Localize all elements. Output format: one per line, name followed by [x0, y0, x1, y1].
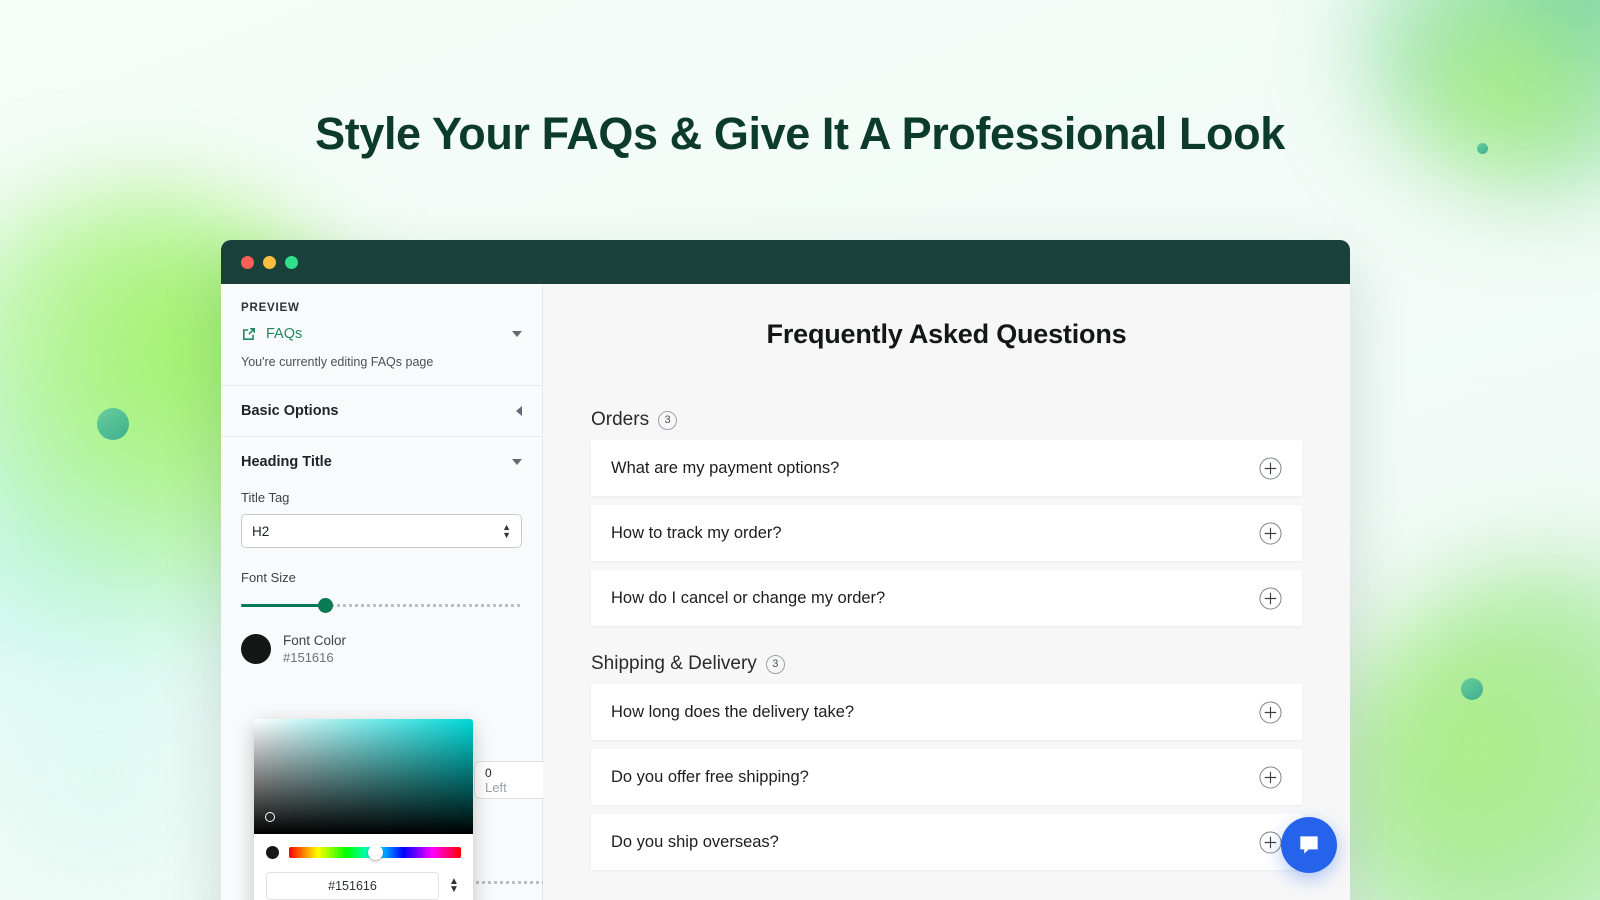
faq-preview-pane: Frequently Asked Questions Orders 3 What… — [543, 284, 1350, 900]
hue-slider-handle[interactable] — [368, 845, 383, 860]
hex-stepper-icon[interactable]: ▲ ▼ — [447, 877, 461, 895]
hue-row — [254, 834, 473, 860]
faq-question: What are my payment options? — [611, 458, 840, 477]
current-color-preview — [266, 846, 279, 859]
faq-category-count: 3 — [765, 654, 785, 674]
faq-category-name: Orders — [591, 409, 650, 430]
preview-section-label: PREVIEW — [241, 302, 300, 314]
faq-item[interactable]: Do you ship overseas? — [591, 814, 1302, 870]
faq-item[interactable]: How do I cancel or change my order? — [591, 570, 1302, 626]
faq-category-header: Shipping & Delivery 3 — [591, 653, 1302, 675]
page-headline: Style Your FAQs & Give It A Professional… — [315, 108, 1285, 159]
faq-question: How long does the delivery take? — [611, 702, 855, 721]
window-minimize-button[interactable] — [263, 255, 276, 269]
faq-question: How do I cancel or change my order? — [611, 588, 886, 607]
preview-page-link[interactable]: FAQs — [266, 326, 302, 342]
heading-title-label: Heading Title — [241, 454, 332, 470]
stepper-arrows-icon[interactable]: ▲ ▼ — [502, 523, 511, 540]
basic-options-header[interactable]: Basic Options — [221, 386, 542, 437]
font-color-field[interactable]: Font Color #151616 — [221, 611, 542, 665]
plus-icon[interactable] — [1259, 830, 1282, 854]
faq-item[interactable]: How to track my order? — [591, 505, 1302, 561]
decorative-dot-left — [97, 408, 129, 440]
font-color-value: #151616 — [283, 650, 334, 665]
plus-icon[interactable] — [1259, 521, 1282, 545]
font-color-label: Font Color — [283, 633, 347, 648]
plus-icon[interactable] — [1259, 456, 1282, 480]
title-tag-label: Title Tag — [241, 490, 290, 505]
plus-icon[interactable] — [1259, 765, 1282, 789]
chevron-down-icon-heading[interactable] — [512, 459, 522, 465]
faq-item[interactable]: Do you offer free shipping? — [591, 749, 1302, 805]
window-titlebar — [221, 240, 1350, 284]
faq-category-count: 3 — [658, 410, 678, 430]
basic-options-label: Basic Options — [241, 403, 339, 419]
external-link-icon — [241, 326, 257, 342]
chevron-down-icon[interactable] — [512, 331, 522, 337]
preview-section: PREVIEW FAQs You're currently editing FA… — [221, 284, 542, 386]
hex-row: #151616 ▲ ▼ — [254, 859, 473, 900]
faq-question: Do you ship overseas? — [611, 832, 779, 851]
color-picker-popover[interactable]: #151616 ▲▼ HEX — [254, 719, 473, 900]
slider-handle[interactable] — [318, 598, 334, 613]
saturation-area[interactable] — [254, 719, 473, 834]
heading-title-header[interactable]: Heading Title — [221, 437, 542, 474]
faq-category-header: Orders 3 — [591, 409, 1302, 431]
font-size-field: Font Size — [221, 570, 542, 613]
hue-slider[interactable] — [289, 845, 461, 860]
faq-page-title: Frequently Asked Questions — [766, 319, 1127, 349]
font-color-texts: Font Color #151616 — [283, 633, 346, 665]
chat-bubble-icon — [1300, 836, 1318, 854]
faq-category-name: Shipping & Delivery — [591, 653, 757, 674]
page-root: Style Your FAQs & Give It A Professional… — [0, 0, 1600, 900]
chat-widget-button[interactable] — [1281, 817, 1337, 873]
settings-panel: PREVIEW FAQs You're currently editing FA… — [221, 284, 654, 900]
preview-page-row[interactable]: FAQs — [241, 326, 522, 342]
plus-icon[interactable] — [1259, 586, 1282, 610]
window-maximize-button[interactable] — [285, 255, 298, 269]
saturation-pointer[interactable] — [265, 812, 275, 822]
title-tag-select[interactable]: H2 ▲ ▼ — [241, 514, 522, 548]
font-size-slider[interactable] — [241, 598, 522, 613]
faq-question: Do you offer free shipping? — [611, 767, 809, 786]
plus-icon[interactable] — [1259, 700, 1282, 724]
chevron-left-icon[interactable] — [516, 406, 522, 416]
decorative-dot-bottom-right — [1461, 678, 1483, 700]
faq-item[interactable]: How long does the delivery take? — [591, 684, 1302, 740]
preview-editing-note: You're currently editing FAQs page — [241, 355, 434, 369]
window-close-button[interactable] — [241, 255, 254, 269]
title-tag-field: Title Tag H2 ▲ ▼ — [221, 474, 542, 548]
font-size-label: Font Size — [241, 570, 296, 585]
window-body: PREVIEW FAQs You're currently editing FA… — [221, 284, 1350, 900]
faq-item[interactable]: What are my payment options? — [591, 440, 1302, 496]
app-window: PREVIEW FAQs You're currently editing FA… — [221, 240, 1350, 900]
font-color-swatch[interactable] — [241, 634, 271, 664]
faq-question: How to track my order? — [611, 523, 782, 542]
slider-fill — [241, 603, 326, 607]
hex-input[interactable]: #151616 — [266, 872, 439, 900]
title-tag-value: H2 — [252, 523, 270, 539]
